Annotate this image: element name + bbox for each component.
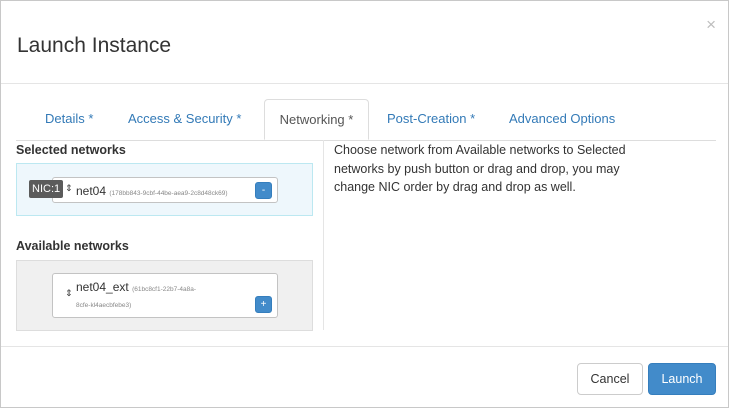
networks-panel: Selected networks ⇕ net04 (178bb843-9cbf… xyxy=(16,140,313,331)
network-name: net04 xyxy=(76,184,107,198)
tab-details[interactable]: Details * xyxy=(45,99,93,139)
available-networks-list[interactable]: ⇕ net04_ext (61bc8cf1-22b7-4a8a- 8cfe-kl… xyxy=(16,260,313,331)
selected-network-item[interactable]: ⇕ net04 (178bb843-9cbf-44be-aea9-2c8d48c… xyxy=(52,177,278,203)
network-name: net04_ext xyxy=(76,280,129,294)
dialog-header: Launch Instance × xyxy=(1,1,728,84)
selected-networks-heading: Selected networks xyxy=(16,143,126,157)
launch-instance-dialog: Launch Instance × Details * Access & Sec… xyxy=(0,0,729,408)
remove-network-button[interactable]: - xyxy=(255,182,272,199)
tab-advanced-options[interactable]: Advanced Options xyxy=(509,99,615,139)
network-id-part2: 8cfe-kl4aecbfebe3) xyxy=(76,302,132,309)
available-network-item[interactable]: ⇕ net04_ext (61bc8cf1-22b7-4a8a- 8cfe-kl… xyxy=(52,273,278,318)
tab-post-creation[interactable]: Post-Creation * xyxy=(387,99,475,139)
launch-button[interactable]: Launch xyxy=(648,363,716,395)
nic-badge: NIC:1 xyxy=(29,180,64,198)
tab-access-security[interactable]: Access & Security * xyxy=(128,99,241,139)
dialog-title: Launch Instance xyxy=(17,34,172,57)
tab-bar: Details * Access & Security * Networking… xyxy=(16,99,716,141)
available-networks-heading: Available networks xyxy=(16,239,129,253)
dialog-footer: Cancel Launch xyxy=(1,346,728,407)
add-network-button[interactable]: + xyxy=(255,296,272,313)
sort-arrows-icon[interactable]: ⇕ xyxy=(65,184,73,193)
cancel-button[interactable]: Cancel xyxy=(577,363,643,395)
close-icon[interactable]: × xyxy=(706,15,716,35)
network-id-part1: (61bc8cf1-22b7-4a8a- xyxy=(132,286,197,293)
network-id: (178bb843-9cbf-44be-aea9-2c8d48ck69) xyxy=(109,190,228,197)
panel-divider xyxy=(323,140,324,330)
networking-help-text: Choose network from Available networks t… xyxy=(334,143,626,194)
tab-networking[interactable]: Networking * xyxy=(264,99,369,140)
sort-arrows-icon[interactable]: ⇕ xyxy=(65,289,73,298)
selected-networks-list[interactable]: ⇕ net04 (178bb843-9cbf-44be-aea9-2c8d48c… xyxy=(16,163,313,216)
